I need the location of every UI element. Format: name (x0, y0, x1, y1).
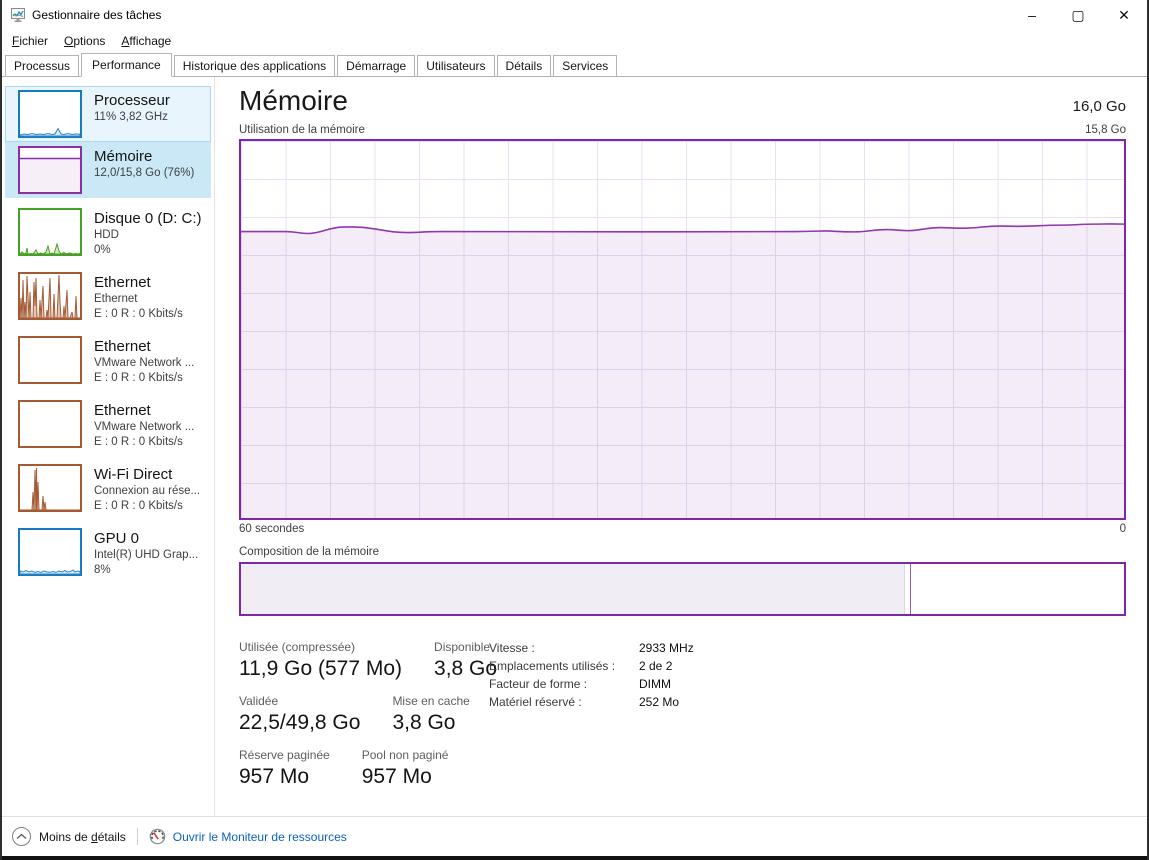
minimize-button[interactable]: – (1009, 0, 1055, 30)
menu-bar: Fichier Options Affichage (2, 30, 1147, 52)
stat-used: Utilisée (compressée) 11,9 Go (577 Mo) (239, 640, 402, 681)
sidebar-item-disque[interactable]: Disque 0 (D: C:) HDD 0% (5, 204, 211, 262)
tab-services[interactable]: Services (553, 55, 617, 76)
stat-committed: Validée 22,5/49,8 Go (239, 694, 360, 735)
memory-mini-graph-icon (18, 146, 82, 194)
sidebar-item-ethernet-2[interactable]: Ethernet VMware Network ... E : 0 R : 0 … (5, 332, 211, 390)
wifi-mini-graph-icon (18, 464, 82, 512)
ethernet-mini-graph-icon (18, 400, 82, 448)
chevron-up-icon[interactable] (12, 827, 31, 846)
composition-in-use-segment (241, 564, 905, 614)
window-title: Gestionnaire des tâches (32, 8, 161, 22)
close-button[interactable]: ✕ (1101, 0, 1147, 30)
sidebar-item-ethernet-1[interactable]: Ethernet Ethernet E : 0 R : 0 Kbits/s (5, 268, 211, 326)
sidebar-item-wifi-direct[interactable]: Wi-Fi Direct Connexion au rése... E : 0 … (5, 460, 211, 518)
footer-bar: Moins de détails Ouvrir le Moniteur de r… (2, 816, 1147, 856)
task-manager-icon (10, 7, 26, 23)
memory-usage-graph (239, 139, 1126, 520)
gpu-mini-graph-icon (18, 528, 82, 576)
performance-sidebar: Processeur 11% 3,82 GHz Mémoire 12,0/15,… (2, 77, 215, 816)
memory-capacity: 16,0 Go (1073, 98, 1126, 117)
footer-divider (137, 828, 138, 845)
composition-divider (910, 564, 911, 614)
memory-composition-bar (239, 562, 1126, 616)
memory-usage-line (241, 141, 1124, 518)
time-zero-label: 0 (1120, 523, 1126, 535)
tab-processus[interactable]: Processus (5, 55, 79, 76)
hardware-details: Vitesse : 2933 MHz Emplacements utilisés… (489, 641, 694, 709)
memory-stats: Utilisée (compressée) 11,9 Go (577 Mo) D… (239, 640, 1126, 789)
stat-nonpaged-pool: Pool non paginé 957 Mo (362, 748, 449, 789)
tab-utilisateurs[interactable]: Utilisateurs (417, 55, 494, 76)
maximize-button[interactable]: ▢ (1055, 0, 1101, 30)
sidebar-item-gpu[interactable]: GPU 0 Intel(R) UHD Grap... 8% (5, 524, 211, 582)
resource-monitor-icon[interactable] (149, 828, 166, 845)
fewer-details-toggle[interactable]: Moins de détails (39, 830, 126, 844)
ethernet-mini-graph-icon (18, 272, 82, 320)
menu-fichier[interactable]: Fichier (4, 32, 56, 50)
window-bottom-edge (2, 856, 1147, 860)
cpu-mini-graph-icon (18, 90, 82, 138)
menu-options[interactable]: Options (56, 32, 113, 50)
stat-available: Disponible 3,8 Go (434, 640, 497, 681)
tab-demarrage[interactable]: Démarrage (337, 55, 415, 76)
title-bar: Gestionnaire des tâches – ▢ ✕ (2, 0, 1147, 30)
menu-affichage[interactable]: Affichage (113, 32, 179, 50)
ethernet-mini-graph-icon (18, 336, 82, 384)
tab-performance[interactable]: Performance (81, 53, 172, 77)
page-title: Mémoire (239, 85, 348, 117)
task-manager-window: Gestionnaire des tâches – ▢ ✕ Fichier Op… (0, 0, 1149, 860)
usage-graph-label: Utilisation de la mémoire (239, 124, 365, 136)
time-span-label: 60 secondes (239, 523, 304, 535)
sidebar-item-processeur[interactable]: Processeur 11% 3,82 GHz (5, 86, 211, 142)
usage-graph-max: 15,8 Go (1085, 124, 1126, 136)
stat-paged-pool: Réserve paginée 957 Mo (239, 748, 330, 789)
memory-panel: Mémoire 16,0 Go Utilisation de la mémoir… (215, 77, 1147, 816)
tab-historique[interactable]: Historique des applications (174, 55, 335, 76)
open-resource-monitor-link[interactable]: Ouvrir le Moniteur de ressources (173, 830, 347, 844)
sidebar-item-memoire[interactable]: Mémoire 12,0/15,8 Go (76%) (5, 142, 211, 198)
sidebar-item-ethernet-3[interactable]: Ethernet VMware Network ... E : 0 R : 0 … (5, 396, 211, 454)
performance-content: Processeur 11% 3,82 GHz Mémoire 12,0/15,… (2, 77, 1147, 816)
composition-label: Composition de la mémoire (239, 546, 1126, 558)
stat-cached: Mise en cache 3,8 Go (392, 694, 469, 735)
disk-mini-graph-icon (18, 208, 82, 256)
tab-details[interactable]: Détails (497, 55, 552, 76)
tab-strip: Processus Performance Historique des app… (2, 52, 1147, 77)
